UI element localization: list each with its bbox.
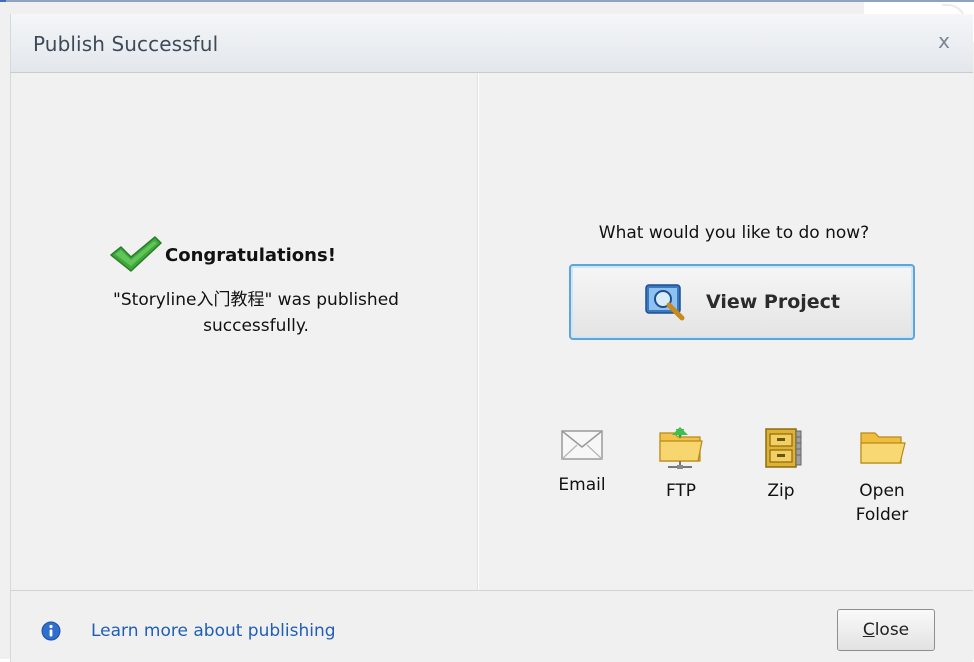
info-icon [41, 621, 61, 641]
congratulations-text: Congratulations! [165, 244, 336, 266]
congratulations-header: Congratulations! [107, 233, 336, 273]
view-project-button[interactable]: View Project [569, 264, 915, 340]
dialog-content: Congratulations! "Storyline入门教程" was pub… [10, 73, 973, 590]
close-icon[interactable]: x [933, 30, 955, 52]
folder-icon [860, 432, 906, 464]
open-folder-label-line2: Folder [855, 505, 909, 525]
view-project-label: View Project [705, 291, 841, 313]
learn-more-link[interactable]: Learn more about publishing [91, 621, 336, 641]
dialog-title: Publish Successful [33, 32, 219, 56]
close-button-mnemonic: C [862, 620, 875, 640]
open-folder-label: Open Folder [842, 479, 922, 527]
published-message: "Storyline入门教程" was published successful… [71, 287, 441, 339]
checkmark-icon [110, 236, 162, 272]
open-folder-action[interactable]: Open Folder [842, 425, 922, 527]
close-button-label: lose [874, 620, 910, 640]
dialog-footer: Learn more about publishing Close [10, 590, 973, 662]
title-bar: Publish Successful x [10, 14, 973, 73]
zip-cabinet-icon [765, 428, 802, 468]
ftp-folder-icon [659, 427, 703, 469]
zip-action[interactable]: Zip [741, 425, 821, 503]
magnifier-icon [645, 284, 685, 321]
email-label: Email [558, 475, 606, 495]
ftp-label: FTP [665, 481, 697, 501]
published-message-line2: successfully. [203, 316, 309, 336]
email-action[interactable]: Email [542, 425, 622, 497]
published-message-line1: "Storyline入门教程" was published [113, 290, 399, 310]
open-folder-label-line1: Open [859, 481, 905, 501]
panel-divider [477, 73, 479, 590]
zip-label: Zip [767, 481, 795, 501]
publish-dialog: Publish Successful x Congratulations! "S… [0, 0, 974, 662]
next-action-question: What would you like to do now? [598, 223, 870, 243]
close-button[interactable]: Close [837, 609, 935, 651]
ftp-action[interactable]: FTP [641, 425, 721, 503]
envelope-icon [561, 430, 603, 460]
